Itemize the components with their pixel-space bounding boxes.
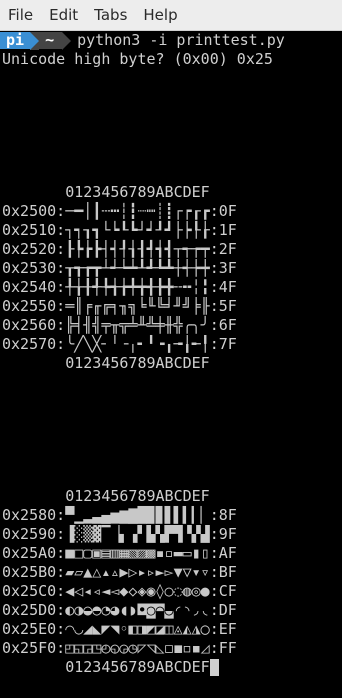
row-glyphs: ◰◱◲◳◴◵◶◷◸◹◺◻◼◽◾◿ xyxy=(65,639,210,657)
row-glyphs: ┠┡┢┣┤┥┦┧┨┩┪┫┬┭┮┯ xyxy=(65,240,210,258)
glyph-row: 0x25E0:◠◡◢◣◤◥◦◧◨◩◪◫◬◭◮◯:EF xyxy=(2,620,237,639)
prompt-separator-icon xyxy=(30,32,40,50)
row-suffix: :FF xyxy=(209,639,237,657)
column-footer: 0123456789ABCDEF xyxy=(2,658,219,677)
output-line: Unicode high byte? (0x00) 0x25 xyxy=(2,50,273,68)
row-prefix: 0x2550: xyxy=(2,297,66,315)
command-text: python3 -i printtest.py xyxy=(77,31,285,49)
terminal-output[interactable]: pi ~ python3 -i printtest.py Unicode high … xyxy=(0,31,342,698)
row-suffix: :3F xyxy=(209,259,237,277)
row-suffix: :6F xyxy=(209,316,237,334)
row-glyphs: ■□▢▣▤▥▦▧▨▩▪▫▬▭▮▯ xyxy=(65,544,210,562)
row-suffix: :7F xyxy=(209,335,237,353)
row-glyphs: ╠╡╢╣╤╥╦╧╨╩╪╫╬╭╮╯ xyxy=(65,316,210,334)
row-glyphs: ◐◑◒◓◔◕◖◗◘◙◚◛◜◝◞◟ xyxy=(65,601,210,619)
row-glyphs: ◠◡◢◣◤◥◦◧◨◩◪◫◬◭◮◯ xyxy=(65,620,210,638)
row-prefix: 0x2530: xyxy=(2,259,66,277)
menu-file[interactable]: File xyxy=(0,0,41,31)
glyph-row: 0x2540:╀╁╂╃╄╅╆╇╈╉╊╋╌╍╎╏:4F xyxy=(2,278,237,297)
row-prefix: 0x2560: xyxy=(2,316,66,334)
menu-help[interactable]: Help xyxy=(135,0,185,31)
menu-tabs[interactable]: Tabs xyxy=(86,0,135,31)
glyph-row: 0x2560:╠╡╢╣╤╥╦╧╨╩╪╫╬╭╮╯:6F xyxy=(2,316,237,335)
glyph-row: 0x2510:┐┑┒┓└┕┖┗┘┙┚┛├┝┞┟:1F xyxy=(2,221,237,240)
row-prefix: 0x2580: xyxy=(2,506,66,524)
row-glyphs: ◀◁◂◃◄◅◆◇◈◉◊○◌◍◎● xyxy=(65,582,210,600)
row-glyphs: ╰╱╲╳╴╵╶╷╸╹╺╻╼╽╾╿ xyxy=(65,335,210,353)
row-suffix: :8F xyxy=(209,506,237,524)
glyph-row: 0x25A0:■□▢▣▤▥▦▧▨▩▪▫▬▭▮▯:AF xyxy=(2,544,237,563)
glyph-row: 0x2500:─━│┃┄┅┆┇┈┉┊┋┌┍┎┏:0F xyxy=(2,202,237,221)
glyph-row: 0x2550:═║╒╓╔╕╖╗╘╙╚╛╜╝╞╟:5F xyxy=(2,297,237,316)
row-glyphs: ▰▱▲△▴▵▶▷▸▹►▻▼▽▾▿ xyxy=(65,563,210,581)
row-prefix: 0x2590: xyxy=(2,525,66,543)
text-cursor xyxy=(209,659,219,676)
glyph-row: 0x25C0:◀◁◂◃◄◅◆◇◈◉◊○◌◍◎●:CF xyxy=(2,582,237,601)
row-prefix: 0x25C0: xyxy=(2,582,66,600)
glyph-row: 0x2580:▀▁▂▃▄▅▆▇█▉▊▋▌▍▎▏:8F xyxy=(2,506,237,525)
prompt-user: pi xyxy=(0,32,31,49)
row-suffix: :CF xyxy=(209,582,237,600)
glyph-row: 0x25D0:◐◑◒◓◔◕◖◗◘◙◚◛◜◝◞◟:DF xyxy=(2,601,237,620)
row-prefix: 0x25F0: xyxy=(2,639,66,657)
menu-bar: File Edit Tabs Help xyxy=(0,0,342,31)
glyph-row: 0x25F0:◰◱◲◳◴◵◶◷◸◹◺◻◼◽◾◿:FF xyxy=(2,639,237,658)
row-suffix: :2F xyxy=(209,240,237,258)
row-glyphs: ╀╁╂╃╄╅╆╇╈╉╊╋╌╍╎╏ xyxy=(65,278,210,296)
row-prefix: 0x25B0: xyxy=(2,563,66,581)
glyph-row: 0x25B0:▰▱▲△▴▵▶▷▸▹►▻▼▽▾▿:BF xyxy=(2,563,237,582)
row-suffix: :0F xyxy=(209,202,237,220)
row-prefix: 0x25D0: xyxy=(2,601,66,619)
row-suffix: :DF xyxy=(209,601,237,619)
row-prefix: 0x25A0: xyxy=(2,544,66,562)
glyph-row: 0x2530:┰┱┲┳┴┵┶┷┸┹┺┻┼┽┾┿:3F xyxy=(2,259,237,278)
row-prefix: 0x2540: xyxy=(2,278,66,296)
terminal-window: File Edit Tabs Help pi ~ python3 -i printt… xyxy=(0,0,342,698)
row-suffix: :EF xyxy=(209,620,237,638)
prompt-directory: ~ xyxy=(39,32,63,49)
row-glyphs: ▀▁▂▃▄▅▆▇█▉▊▋▌▍▎▏ xyxy=(65,506,210,524)
row-prefix: 0x2510: xyxy=(2,221,66,239)
row-glyphs: ─━│┃┄┅┆┇┈┉┊┋┌┍┎┏ xyxy=(65,202,210,220)
row-glyphs: ┐┑┒┓└┕┖┗┘┙┚┛├┝┞┟ xyxy=(65,221,210,239)
glyph-row: 0x2590:▐░▒▓▔▕▖▗▘▙▚▛▜▝▞▟:9F xyxy=(2,525,237,544)
row-suffix: :AF xyxy=(209,544,237,562)
column-footer: 0123456789ABCDEF xyxy=(2,354,210,372)
glyph-row: 0x2520:┠┡┢┣┤┥┦┧┨┩┪┫┬┭┮┯:2F xyxy=(2,240,237,259)
prompt-line: pi ~ python3 -i printtest.py xyxy=(0,31,285,50)
row-glyphs: ═║╒╓╔╕╖╗╘╙╚╛╜╝╞╟ xyxy=(65,297,210,315)
glyph-row: 0x2570:╰╱╲╳╴╵╶╷╸╹╺╻╼╽╾╿:7F xyxy=(2,335,237,354)
row-suffix: :5F xyxy=(209,297,237,315)
column-header: 0123456789ABCDEF xyxy=(2,487,210,505)
row-prefix: 0x2520: xyxy=(2,240,66,258)
row-prefix: 0x25E0: xyxy=(2,620,66,638)
footer-text: 0123456789ABCDEF xyxy=(2,658,210,676)
row-glyphs: ┰┱┲┳┴┵┶┷┸┹┺┻┼┽┾┿ xyxy=(65,259,210,277)
menu-edit[interactable]: Edit xyxy=(41,0,86,31)
row-prefix: 0x2500: xyxy=(2,202,66,220)
prompt-separator-icon xyxy=(62,32,72,50)
row-suffix: :BF xyxy=(209,563,237,581)
row-prefix: 0x2570: xyxy=(2,335,66,353)
row-suffix: :9F xyxy=(209,525,237,543)
row-glyphs: ▐░▒▓▔▕▖▗▘▙▚▛▜▝▞▟ xyxy=(65,525,210,543)
column-header: 0123456789ABCDEF xyxy=(2,183,210,201)
row-suffix: :4F xyxy=(209,278,237,296)
row-suffix: :1F xyxy=(209,221,237,239)
